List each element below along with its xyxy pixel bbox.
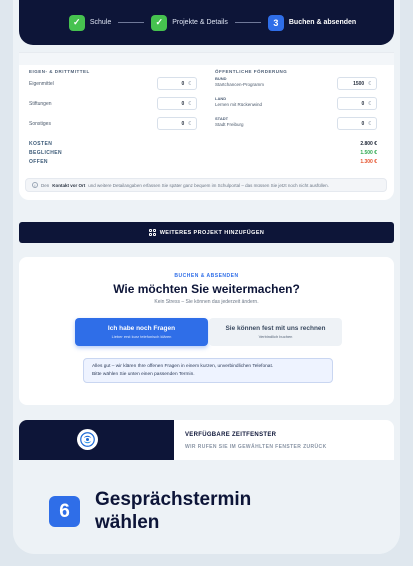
currency-symbol: € — [188, 100, 191, 107]
option-questions-button[interactable]: Ich habe noch Fragen Lieber erst kurz te… — [75, 318, 208, 346]
row-label: Startchancen-Programm — [215, 82, 265, 87]
row-label: Stiftungen — [29, 101, 52, 107]
row-label: Stadt Freiburg — [215, 122, 244, 127]
step-caption-title: Gesprächstermin wählen — [95, 489, 252, 533]
currency-symbol: € — [188, 80, 191, 87]
note-text: und weitere Detailangaben erfassen Sie s… — [88, 182, 329, 188]
option-book-button[interactable]: Sie können fest mit uns rechnen Verbindl… — [209, 318, 342, 346]
info-line: Bitte wählen Sie unten einen passenden T… — [92, 371, 195, 377]
step-label: Schule — [89, 19, 112, 26]
row-label-land: LAND Lernen mit Rückenwind — [215, 96, 262, 108]
total-value-costs: 2.800 € — [360, 141, 377, 147]
amount-value: 0 — [181, 120, 185, 127]
booking-headline: Wie möchten Sie weitermachen? — [113, 282, 300, 296]
booking-card: BUCHEN & ABSENDEN Wie möchten Sie weiter… — [19, 257, 394, 405]
total-label-open: OFFEN — [29, 159, 48, 165]
step-number-badge: 6 — [49, 496, 80, 527]
info-icon: i — [32, 182, 38, 188]
info-line: Alles gut – wir klären Ihre offenen Frag… — [92, 364, 274, 369]
grid-icon — [148, 229, 156, 236]
amount-value: 0 — [361, 120, 365, 127]
step-connector — [234, 22, 261, 23]
row-label: Sonstiges — [29, 121, 51, 127]
slots-brand-panel — [19, 420, 174, 460]
step-caption: 6 Gesprächstermin wählen — [13, 460, 400, 554]
total-label-costs: KOSTEN — [29, 141, 53, 147]
amount-input-stadt[interactable]: 0 € — [337, 117, 377, 130]
amount-input-eigenmittel[interactable]: 0 € — [157, 77, 197, 90]
amount-input-bund[interactable]: 1500 € — [337, 77, 377, 90]
amount-value: 0 — [181, 80, 185, 87]
row-label: Lernen mit Rückenwind — [215, 102, 263, 107]
step-number-badge: 3 — [267, 14, 284, 31]
option-subtitle: Verbindlich buchen — [258, 334, 293, 339]
brand-logo-icon — [77, 429, 98, 450]
option-title: Sie können fest mit uns rechnen — [225, 325, 326, 332]
row-label: Eigenmittel — [29, 81, 54, 87]
amount-input-stiftungen[interactable]: 0 € — [157, 97, 197, 110]
step-buchen[interactable]: 3 Buchen & absenden — [267, 14, 357, 31]
step-projekte[interactable]: ✓ Projekte & Details — [151, 14, 228, 31]
note-bold: Kontakt vor Ort — [52, 182, 86, 188]
financing-card: EIGEN- & DRITTMITTEL ÖFFENTLICHE FÖRDERU… — [19, 52, 394, 200]
check-icon: ✓ — [151, 14, 168, 31]
section-kicker: BUCHEN & ABSENDEN — [174, 273, 239, 279]
add-project-label: WEITERES PROJEKT HINZUFÜGEN — [159, 229, 265, 236]
currency-symbol: € — [368, 120, 371, 127]
contact-info-note: i Den Kontakt vor Ort und weitere Detail… — [25, 178, 387, 192]
check-icon: ✓ — [68, 14, 85, 31]
row-label-bund: BUND Startchancen-Programm — [215, 76, 264, 88]
column-header-own-funds: EIGEN- & DRITTMITTEL — [29, 69, 90, 74]
callback-info-box: Alles gut – wir klären Ihre offenen Frag… — [83, 358, 333, 383]
option-title: Ich habe noch Fragen — [107, 325, 176, 332]
progress-stepper: ✓ Schule ✓ Projekte & Details 3 Buchen &… — [19, 0, 394, 45]
currency-symbol: € — [188, 120, 191, 127]
amount-value: 0 — [181, 100, 185, 107]
time-slots-panel: VERFÜGBARE ZEITFENSTER WIR RUFEN SIE IM … — [19, 420, 394, 460]
add-project-button[interactable]: WEITERES PROJEKT HINZUFÜGEN — [19, 222, 394, 243]
booking-subline: Kein Stress – Sie können das jederzeit ä… — [154, 299, 259, 305]
total-value-open: 1.300 € — [360, 159, 377, 165]
amount-value: 1500 — [353, 80, 365, 87]
step-label: Projekte & Details — [172, 19, 228, 26]
slots-subtitle: WIR RUFEN SIE IM GEWÄHLTEN FENSTER ZURÜC… — [185, 444, 327, 450]
slots-title: VERFÜGBARE ZEITFENSTER — [185, 432, 277, 438]
amount-input-sonstiges[interactable]: 0 € — [157, 117, 197, 130]
note-prefix: Den — [41, 182, 50, 188]
step-connector — [118, 22, 145, 23]
total-label-paid: BEGLICHEN — [29, 150, 63, 156]
currency-symbol: € — [368, 80, 371, 87]
option-subtitle: Lieber erst kurz telefonisch klären — [111, 334, 172, 339]
step-schule[interactable]: ✓ Schule — [68, 14, 112, 31]
amount-value: 0 — [361, 100, 365, 107]
currency-symbol: € — [368, 100, 371, 107]
card-top-strip — [19, 53, 394, 65]
column-header-public-funding: ÖFFENTLICHE FÖRDERUNG — [215, 69, 288, 74]
total-value-paid: 1.500 € — [360, 150, 377, 156]
step-label: Buchen & absenden — [288, 19, 357, 26]
row-label-stadt: STADT Stadt Freiburg — [215, 116, 244, 128]
screenshot-frame: ✓ Schule ✓ Projekte & Details 3 Buchen &… — [13, 0, 400, 554]
amount-input-land[interactable]: 0 € — [337, 97, 377, 110]
